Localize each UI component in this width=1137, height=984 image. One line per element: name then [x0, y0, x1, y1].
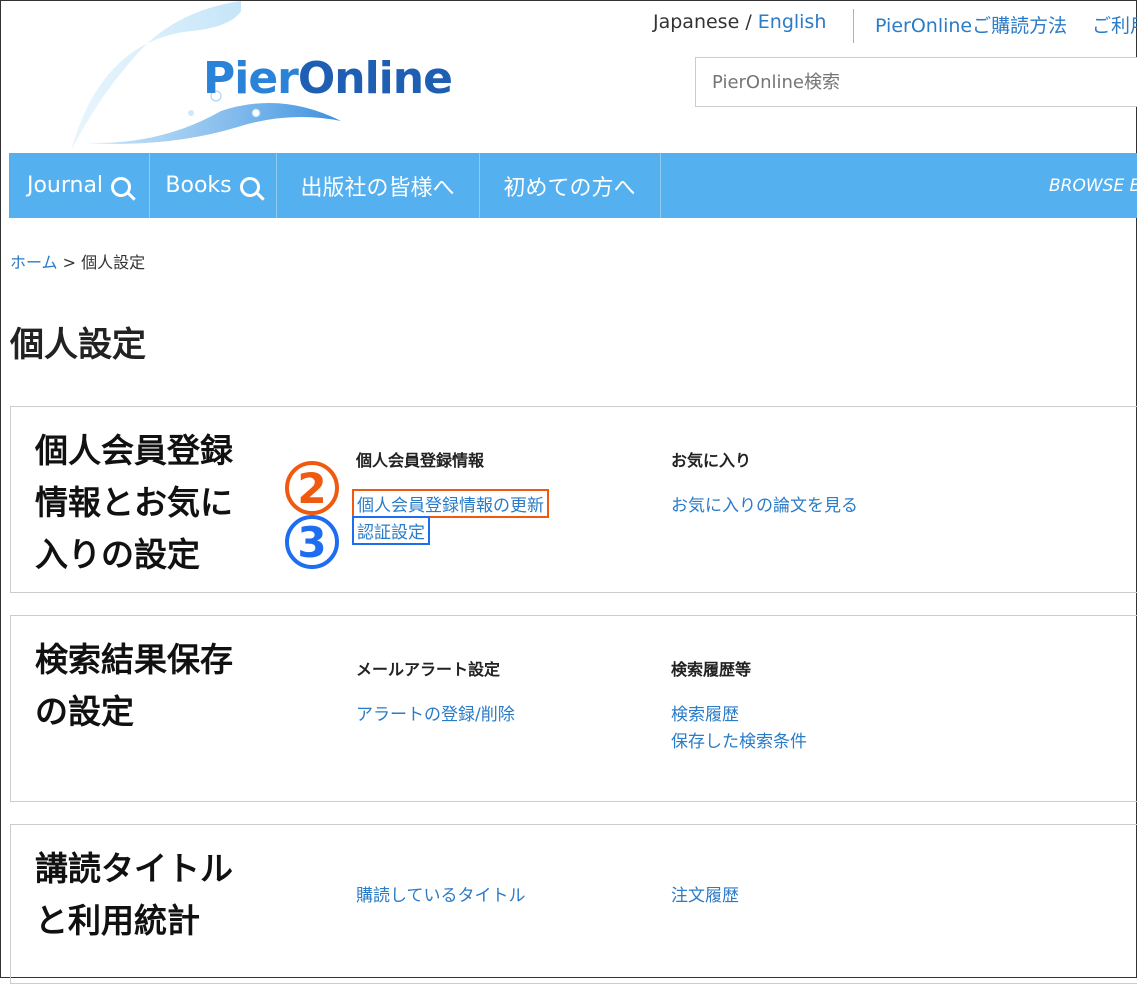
column-heading: 検索履歴等: [671, 660, 752, 679]
update-membership-link[interactable]: 個人会員登録情報の更新: [352, 489, 549, 518]
section-title: 講読タイトル と利用統計: [35, 849, 233, 940]
nav-books-label: Books: [165, 173, 232, 198]
subscribed-titles-link[interactable]: 購読しているタイトル: [356, 881, 526, 906]
nav-first-time-label: 初めての方へ: [503, 175, 636, 201]
order-history-link[interactable]: 注文履歴: [671, 881, 739, 906]
column-heading: 個人会員登録情報: [356, 451, 485, 470]
nav-publishers[interactable]: 出版社の皆様へ: [276, 153, 480, 218]
section-card-search: 検索結果保存 の設定 メールアラート設定 アラートの登録/削除 検索履歴等 検索…: [10, 615, 1137, 802]
lang-english[interactable]: English: [758, 11, 827, 33]
favorite-papers-link[interactable]: お気に入りの論文を見る: [671, 491, 858, 516]
breadcrumb-separator: >: [62, 253, 77, 272]
lang-japanese[interactable]: Japanese: [653, 11, 739, 33]
nav-books[interactable]: Books: [149, 153, 277, 218]
subscription-guide-link[interactable]: PierOnlineご購読方法: [875, 11, 1067, 38]
auth-settings-link[interactable]: 認証設定: [352, 516, 430, 545]
alert-register-link[interactable]: アラートの登録/削除: [356, 700, 515, 725]
search-icon: [111, 176, 132, 197]
nav-journal[interactable]: Journal: [9, 153, 150, 218]
search-history-link[interactable]: 検索履歴: [671, 700, 739, 725]
lang-separator: /: [739, 11, 758, 33]
nav-first-time[interactable]: 初めての方へ: [479, 153, 661, 218]
header-divider: [853, 9, 854, 43]
page-title: 個人設定: [10, 325, 146, 365]
logo-text-pier: Pier: [203, 53, 299, 104]
logo[interactable]: PierOnline: [203, 53, 453, 104]
section-title: 検索結果保存 の設定: [35, 640, 233, 731]
nav-publishers-label: 出版社の皆様へ: [300, 175, 455, 201]
saved-search-link[interactable]: 保存した検索条件: [671, 727, 807, 752]
language-switch: Japanese / English: [653, 11, 826, 33]
section-title: 個人会員登録 情報とお気に 入りの設定: [35, 431, 233, 574]
breadcrumb: ホーム > 個人設定: [10, 249, 145, 273]
annotation-badge-3: 3: [285, 515, 339, 569]
breadcrumb-home[interactable]: ホーム: [10, 253, 58, 272]
search-input[interactable]: [695, 57, 1137, 107]
search-icon: [239, 176, 260, 197]
usage-link[interactable]: ご利用: [1092, 11, 1137, 38]
annotation-badge-2: 2: [285, 461, 339, 515]
main-nav: Journal Books 出版社の皆様へ 初めての方へ BROWSE BY: [9, 153, 1137, 218]
section-card-subscriptions: 講読タイトル と利用統計 購読しているタイトル 注文履歴: [10, 824, 1137, 984]
breadcrumb-current: 個人設定: [81, 253, 146, 272]
column-heading: お気に入り: [671, 451, 752, 470]
nav-browse[interactable]: BROWSE BY: [1049, 153, 1137, 218]
section-card-membership: 個人会員登録 情報とお気に 入りの設定 個人会員登録情報 個人会員登録情報の更新…: [10, 406, 1137, 593]
column-heading: メールアラート設定: [356, 660, 501, 679]
logo-text-online: Online: [297, 53, 453, 104]
nav-journal-label: Journal: [26, 173, 104, 198]
